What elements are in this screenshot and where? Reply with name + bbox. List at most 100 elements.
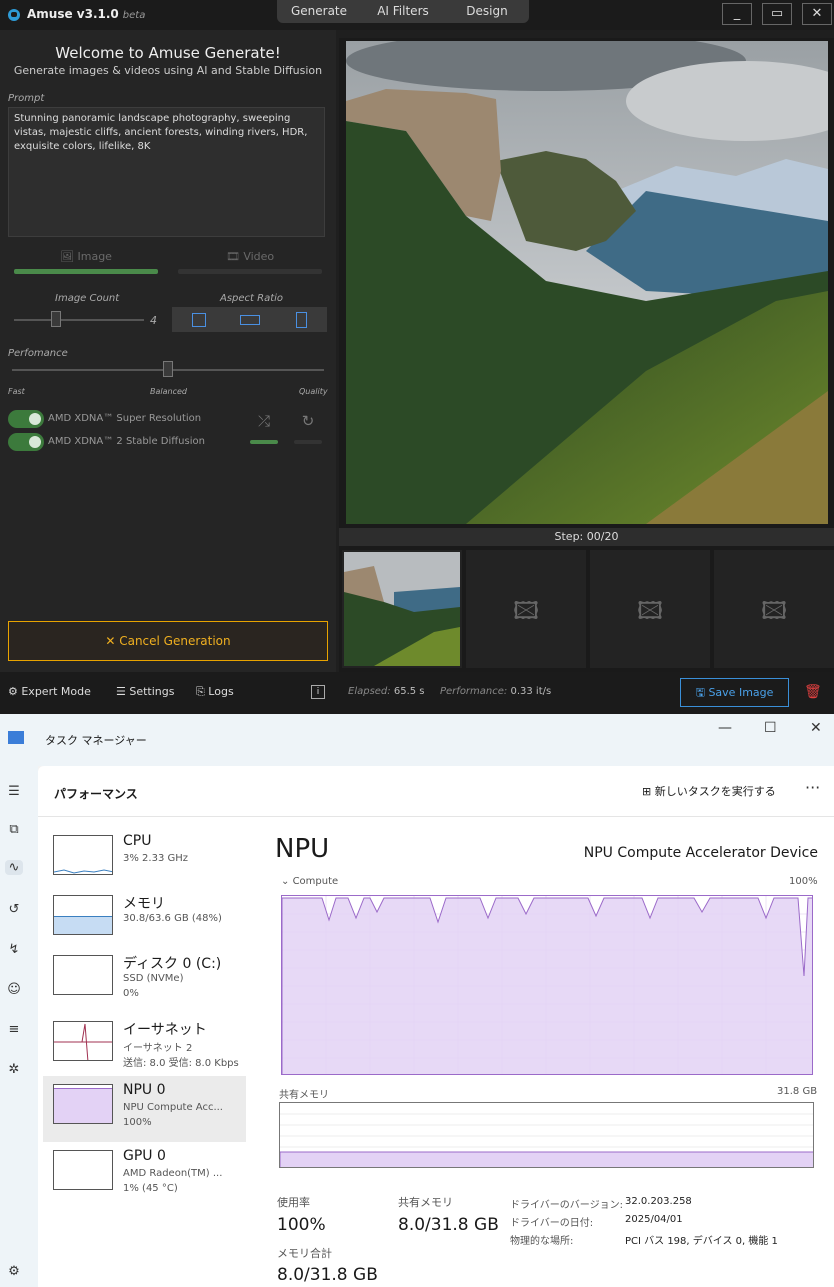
settings-icon[interactable]: ⚙ [5,1264,23,1279]
app-title: Amuse v3.1.0 beta [27,7,146,21]
driver-date-key: ドライバーの日付: [510,1218,594,1229]
maximize-button[interactable]: ▭ [762,3,792,25]
amuse-logo-icon [8,9,20,21]
card-disk[interactable]: ディスク 0 (C:) SSD (NVMe) 0% [43,947,246,1013]
video-icon: 🎞 [225,250,244,263]
card-name: ディスク 0 (C:) [123,956,222,972]
prompt-input[interactable]: Stunning panoramic landscape photography… [8,107,325,237]
expert-mode-icon: ⚙ [8,685,22,698]
performance-label: Perfomance [8,348,68,359]
step-progress: Step: 00/20 [339,528,834,546]
image-icon: 🖼 [60,250,78,263]
expert-mode-button[interactable]: ⚙ Expert Mode [8,685,91,698]
settings-label: Settings [129,685,175,698]
performance-icon[interactable]: ∿ [5,860,23,875]
logs-button[interactable]: ⎘ Logs [196,685,234,699]
result-thumbnail-3[interactable]: 🖾 [590,550,710,668]
card-memory[interactable]: メモリ 30.8/63.6 GB (48%) [43,887,246,953]
image-count-value: 4 [150,314,157,327]
tm-title-bar: タスク マネージャー — ☐ ✕ [0,714,834,766]
cancel-generation-button[interactable]: ✕ Cancel Generation [8,621,328,661]
card-sub: SSD (NVMe) [123,973,184,984]
welcome-subtitle: Generate images & videos using AI and St… [13,64,323,77]
aspect-square-option[interactable] [192,313,206,327]
details-icon[interactable]: ≡ [5,1022,23,1037]
card-gpu[interactable]: GPU 0 AMD Radeon(TM) ... 1% (45 °C) [43,1142,246,1208]
mode-video-button[interactable]: 🎞 Video [178,250,322,263]
npu-title: NPU [275,834,330,864]
refresh-icon[interactable]: ↻ [294,412,322,430]
expert-mode-label: Expert Mode [21,685,91,698]
result-thumbnail-4[interactable]: 🖾 [714,550,834,668]
header-divider [38,816,834,817]
card-sub: 送信: 8.0 受信: 8.0 Kbps [123,1058,239,1069]
card-name: NPU 0 [123,1082,166,1098]
result-thumbnail-1[interactable] [342,550,462,668]
card-name: イーサネット [123,1022,207,1038]
section-title: パフォーマンス [54,787,138,801]
tab-generate[interactable]: Generate [277,0,361,23]
aspect-ratio-selector [172,307,327,332]
aspect-portrait-option[interactable] [296,312,307,328]
delete-icon[interactable]: 🗑 [804,684,822,700]
cpu-mini-graph [53,835,113,875]
processes-icon[interactable]: ⧉ [5,822,23,837]
minimize-button[interactable]: _ [722,3,752,25]
image-placeholder-icon: 🖾 [760,597,788,625]
result-thumbnail-2[interactable]: 🖾 [466,550,586,668]
settings-button[interactable]: ☰ Settings [116,685,174,698]
card-name: GPU 0 [123,1148,166,1164]
amuse-window: Amuse v3.1.0 beta Generate AI Filters Des… [0,0,834,714]
super-resolution-toggle[interactable] [8,410,44,428]
menu-icon[interactable]: ☰ [5,784,23,799]
close-button[interactable]: ✕ [802,3,832,25]
card-ethernet[interactable]: イーサネット イーサネット 2 送信: 8.0 受信: 8.0 Kbps [43,1013,246,1079]
more-options-button[interactable]: ··· [805,778,820,797]
save-image-label: Save Image [708,686,774,699]
image-count-slider-thumb[interactable] [51,311,61,327]
users-icon[interactable]: ☺ [5,982,23,997]
stable-diffusion-label: AMD XDNA™ 2 Stable Diffusion [48,436,205,447]
services-icon[interactable]: ✲ [5,1062,23,1077]
aspect-landscape-option[interactable] [240,315,260,325]
card-sub: イーサネット 2 [123,1043,193,1054]
image-count-label: Image Count [55,293,120,304]
usage-value: 100% [277,1215,326,1235]
tab-design[interactable]: Design [445,0,529,23]
card-sub: 3% 2.33 GHz [123,853,189,864]
info-icon[interactable]: i [311,685,325,699]
task-manager-icon [8,731,24,744]
chevron-down-icon: ⌄ [281,876,293,887]
card-npu[interactable]: NPU 0 NPU Compute Acc... 100% [43,1076,246,1142]
location-key: 物理的な場所: [510,1236,574,1247]
startup-icon[interactable]: ↯ [5,942,23,957]
performance-slider-thumb[interactable] [163,361,173,377]
performance-tick-quality: Quality [299,387,328,396]
mode-image-button[interactable]: 🖼 Image [14,250,158,263]
compute-dropdown[interactable]: ⌄ Compute [281,876,338,887]
preview-panel: Step: 00/20 🖾 🖾 🖾 [339,38,834,672]
memory-mini-graph [53,895,113,935]
tm-maximize-button[interactable]: ☐ [764,720,777,736]
settings-icon: ☰ [116,685,130,698]
elapsed-stat: Elapsed: 65.5 s [348,686,425,697]
tab-ai-filters[interactable]: AI Filters [361,0,445,23]
top-tabs: Generate AI Filters Design [277,0,529,23]
save-image-button[interactable]: 🖫 Save Image [680,678,789,707]
card-sub: 100% [123,1117,152,1128]
run-new-task-button[interactable]: ⊞ 新しいタスクを実行する [642,783,776,799]
card-cpu[interactable]: CPU 3% 2.33 GHz [43,827,246,893]
refresh-indicator [294,440,322,444]
super-resolution-label: AMD XDNA™ Super Resolution [48,413,202,424]
driver-date-value: 2025/04/01 [625,1214,683,1225]
history-icon[interactable]: ↺ [5,902,23,917]
tm-close-button[interactable]: ✕ [810,720,822,736]
tm-minimize-button[interactable]: — [718,720,732,736]
generated-image[interactable] [346,41,828,524]
shuffle-icon[interactable]: ⤮ [250,412,278,430]
stable-diffusion-toggle[interactable] [8,433,44,451]
performance-tick-fast: Fast [8,387,25,396]
image-count-slider[interactable] [14,319,144,321]
mode-video-indicator [178,269,322,274]
performance-stat: Performance: 0.33 it/s [440,686,552,697]
